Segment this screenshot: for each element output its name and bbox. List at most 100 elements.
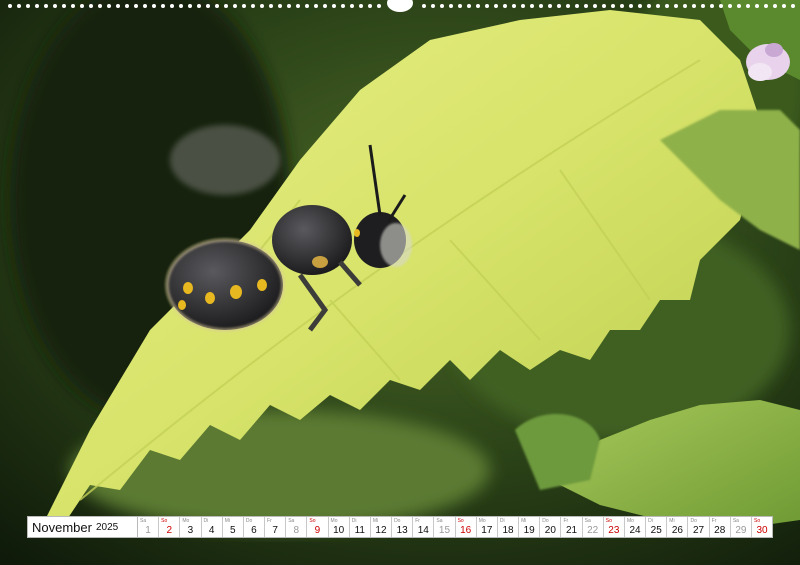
weekday-label: Do <box>245 518 253 524</box>
day-number: 17 <box>481 525 493 536</box>
binding-hole <box>26 4 30 8</box>
month-year: 2025 <box>95 521 119 533</box>
day-number: 22 <box>587 525 599 536</box>
binding-hole <box>503 4 507 8</box>
weekday-label: Do <box>542 518 549 524</box>
binding-hole <box>224 4 228 8</box>
weekday-label: Mi <box>521 518 527 524</box>
month-name: November <box>32 519 92 535</box>
binding-hole <box>350 4 354 8</box>
day-number: 7 <box>272 525 278 536</box>
day-cell: Di 25 <box>646 517 668 537</box>
weekday-label: Fr <box>415 518 420 524</box>
binding-hole <box>80 4 84 8</box>
calendar-bar: November 2025 Sa 1 So 2 Mo 3 Di 4 Mi 5 Do 6 Fr 7 Sa 8 So… <box>27 516 773 538</box>
weekday-label: Di <box>203 518 209 524</box>
binding-hole <box>611 4 615 8</box>
day-cell: Do 20 <box>540 517 562 537</box>
day-cell: Mo 3 <box>180 517 202 537</box>
day-cell: Fr 21 <box>561 517 583 537</box>
weekday-label: So <box>457 518 464 524</box>
day-number: 1 <box>145 525 151 536</box>
weekday-label: Mo <box>478 518 486 524</box>
day-cell: So 2 <box>159 517 181 537</box>
binding-hole <box>377 4 381 8</box>
day-number: 29 <box>735 525 747 536</box>
binding-hole <box>656 4 660 8</box>
weekday-label: Mo <box>330 518 338 524</box>
day-cell: So 23 <box>603 517 625 537</box>
binding-hole <box>530 4 534 8</box>
binding-hole <box>638 4 642 8</box>
day-number: 18 <box>502 525 514 536</box>
weekday-label: Sa <box>436 518 443 524</box>
binding-hole <box>683 4 687 8</box>
day-number: 16 <box>460 525 472 536</box>
weekday-label: Di <box>351 518 357 524</box>
binding-hole <box>710 4 714 8</box>
weekday-label: Sa <box>732 518 739 524</box>
day-number: 3 <box>187 525 194 536</box>
day-cell: Mi 12 <box>370 517 393 537</box>
binding-hole <box>521 4 525 8</box>
binding-hole <box>548 4 552 8</box>
day-number: 5 <box>229 525 236 536</box>
binding-hole <box>71 4 75 8</box>
binding-hole <box>764 4 768 8</box>
binding-hole <box>35 4 39 8</box>
day-cell: So 30 <box>751 517 773 537</box>
day-number: 28 <box>714 525 726 536</box>
day-number: 10 <box>333 525 345 536</box>
binding-hole <box>494 4 498 8</box>
weekday-label: Mi <box>669 518 675 524</box>
weekday-label: Sa <box>140 518 147 524</box>
binding-hole <box>458 4 462 8</box>
binding-hole <box>485 4 489 8</box>
binding-hole <box>341 4 345 8</box>
day-cell: Mi 19 <box>519 517 541 537</box>
binding-hole <box>107 4 111 8</box>
binding-hole <box>278 4 282 8</box>
weekday-label: Di <box>499 518 505 524</box>
binding-hole <box>737 4 741 8</box>
binding-hole <box>467 4 471 8</box>
binding-hole <box>665 4 669 8</box>
binding-hole <box>89 4 93 8</box>
day-number: 19 <box>523 525 535 536</box>
binding-hole <box>206 4 210 8</box>
weekday-label: So <box>753 518 761 524</box>
day-cell: So 16 <box>455 517 477 537</box>
binding-hole <box>584 4 588 8</box>
day-cell: Fr 28 <box>709 517 731 537</box>
binding-hole <box>539 4 543 8</box>
binding-hole <box>593 4 597 8</box>
weekday-label: Do <box>690 518 697 524</box>
day-cell: Do 27 <box>688 517 710 537</box>
weekday-label: So <box>605 518 612 524</box>
binding-hole <box>629 4 633 8</box>
weekday-label: Fr <box>563 518 569 524</box>
binding-hole <box>431 4 435 8</box>
day-cell: Di 11 <box>349 517 371 537</box>
day-number: 14 <box>417 525 429 536</box>
binding-hole <box>242 4 246 8</box>
binding-hole <box>647 4 651 8</box>
binding-hole <box>557 4 561 8</box>
binding-hole <box>44 4 48 8</box>
binding-hole <box>575 4 579 8</box>
day-number: 2 <box>166 525 173 536</box>
day-number: 21 <box>565 525 578 536</box>
day-number: 6 <box>251 525 257 536</box>
day-number: 23 <box>608 525 620 536</box>
day-number: 20 <box>544 525 556 536</box>
binding-hole <box>440 4 444 8</box>
binding-hole <box>170 4 174 8</box>
day-cell: Mi 26 <box>667 517 689 537</box>
day-number: 11 <box>354 525 365 536</box>
binding-hole <box>17 4 21 8</box>
day-cell: Mo 17 <box>476 517 498 537</box>
day-number: 26 <box>671 525 683 536</box>
weekday-label: Di <box>648 518 653 524</box>
day-cell: Di 4 <box>201 517 223 537</box>
month-header: November 2025 <box>28 517 138 537</box>
